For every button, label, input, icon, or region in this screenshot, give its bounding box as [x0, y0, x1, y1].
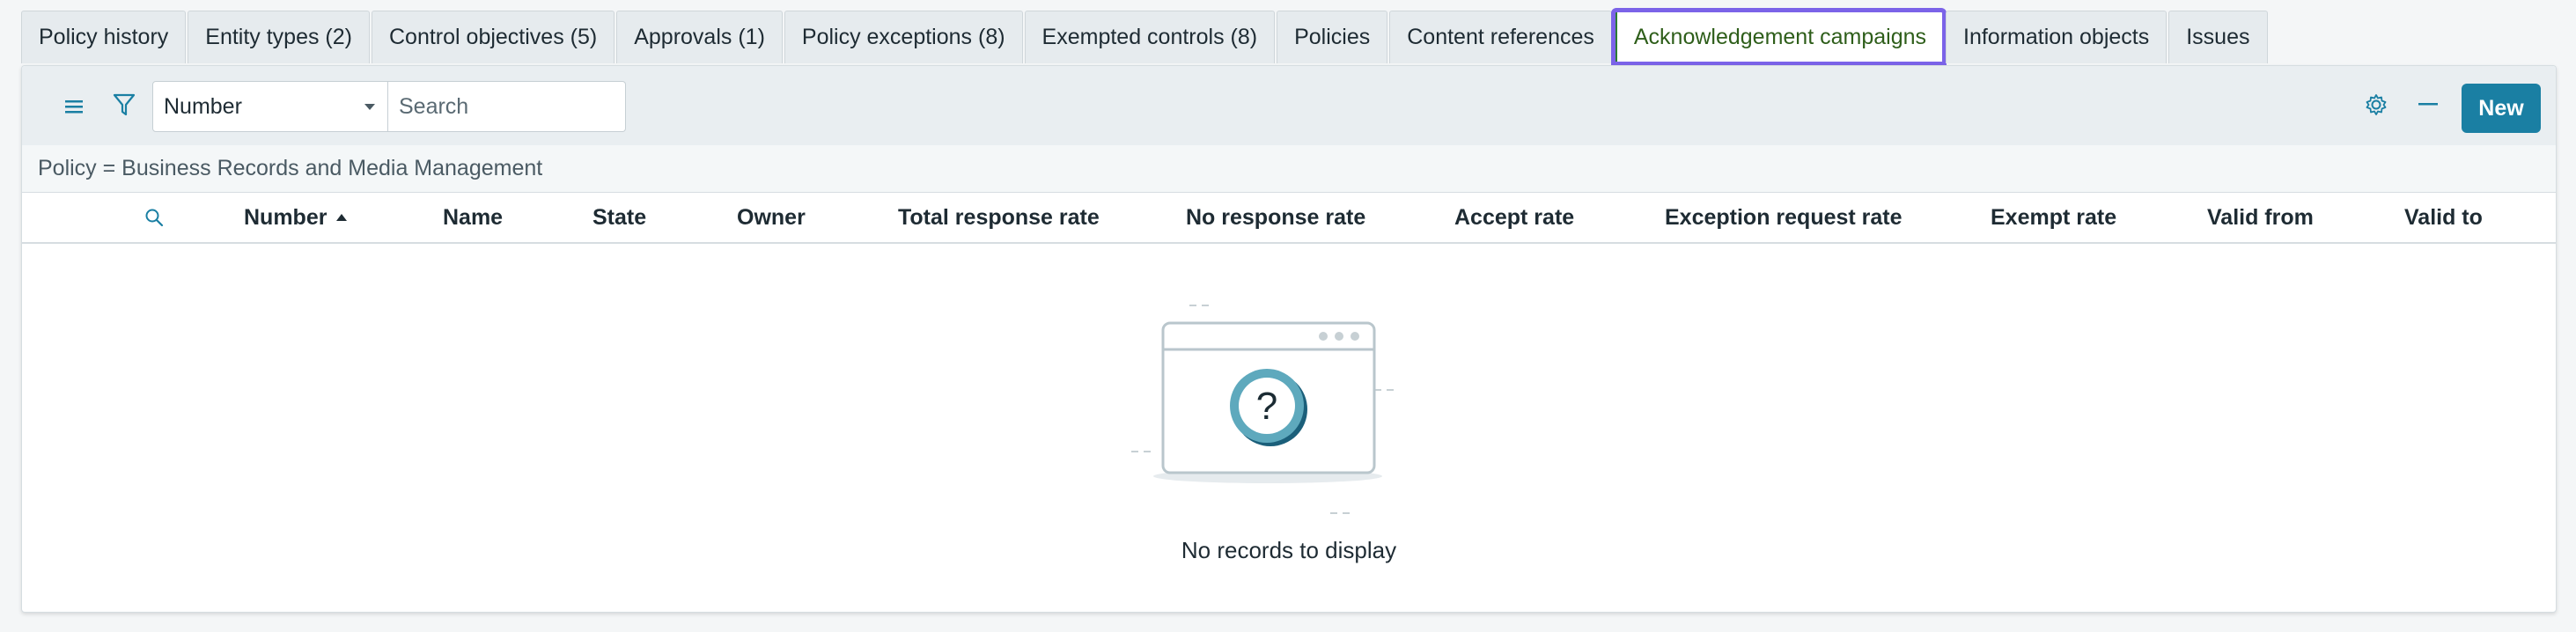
- tab-information-objects[interactable]: Information objects: [1946, 11, 2168, 63]
- empty-state-message: No records to display: [1181, 537, 1397, 563]
- tab-issues[interactable]: Issues: [2168, 11, 2268, 63]
- column-header-number-label: Number: [244, 204, 328, 230]
- tab-exempted-controls[interactable]: Exempted controls (8): [1024, 11, 1276, 63]
- table-header-row: Number Name State Owner Total response r…: [22, 193, 2556, 244]
- sort-ascending-icon: [336, 214, 348, 221]
- list-panel: Number New Policy = Business Records and…: [21, 65, 2557, 613]
- tab-policy-history[interactable]: Policy history: [21, 11, 187, 63]
- gear-icon[interactable]: [2359, 87, 2394, 122]
- tab-entity-types[interactable]: Entity types (2): [188, 11, 370, 63]
- list-toolbar: Number New: [22, 66, 2556, 146]
- filter-icon[interactable]: [107, 87, 142, 122]
- column-search-icon[interactable]: [144, 193, 165, 242]
- column-header-valid-from[interactable]: Valid from: [2207, 193, 2314, 242]
- search-field-select[interactable]: Number: [152, 81, 388, 132]
- column-header-name[interactable]: Name: [443, 193, 503, 242]
- search-input[interactable]: [388, 81, 626, 132]
- search-field-value: Number: [164, 93, 242, 119]
- column-header-exception-request-rate[interactable]: Exception request rate: [1665, 193, 1903, 242]
- new-button[interactable]: New: [2462, 84, 2541, 133]
- chevron-down-icon: [364, 104, 375, 110]
- filter-condition: Policy = Business Records and Media Mana…: [38, 156, 543, 180]
- column-header-total-response-rate[interactable]: Total response rate: [898, 193, 1100, 242]
- column-header-state[interactable]: State: [592, 193, 646, 242]
- filter-breadcrumb[interactable]: Policy = Business Records and Media Mana…: [22, 145, 2556, 193]
- tab-acknowledgement-campaigns[interactable]: Acknowledgement campaigns: [1610, 8, 1947, 66]
- column-header-number[interactable]: Number: [244, 193, 348, 242]
- tab-content-references[interactable]: Content references: [1389, 11, 1612, 63]
- column-header-owner[interactable]: Owner: [737, 193, 806, 242]
- column-header-no-response-rate[interactable]: No response rate: [1186, 193, 1365, 242]
- hamburger-menu-icon[interactable]: [57, 89, 92, 124]
- column-header-accept-rate[interactable]: Accept rate: [1454, 193, 1574, 242]
- tab-approvals[interactable]: Approvals (1): [616, 11, 783, 63]
- tab-control-objectives[interactable]: Control objectives (5): [372, 11, 615, 63]
- tab-policies[interactable]: Policies: [1277, 11, 1388, 63]
- column-header-exempt-rate[interactable]: Exempt rate: [1991, 193, 2116, 242]
- minimize-icon[interactable]: [2411, 87, 2447, 122]
- tab-policy-exceptions[interactable]: Policy exceptions (8): [784, 11, 1023, 63]
- related-lists-tabs: Policy history Entity types (2) Control …: [21, 8, 2270, 67]
- svg-text:?: ?: [1256, 385, 1277, 428]
- column-header-valid-to[interactable]: Valid to: [2404, 193, 2483, 242]
- empty-state-illustration-icon: ?: [1131, 305, 1394, 514]
